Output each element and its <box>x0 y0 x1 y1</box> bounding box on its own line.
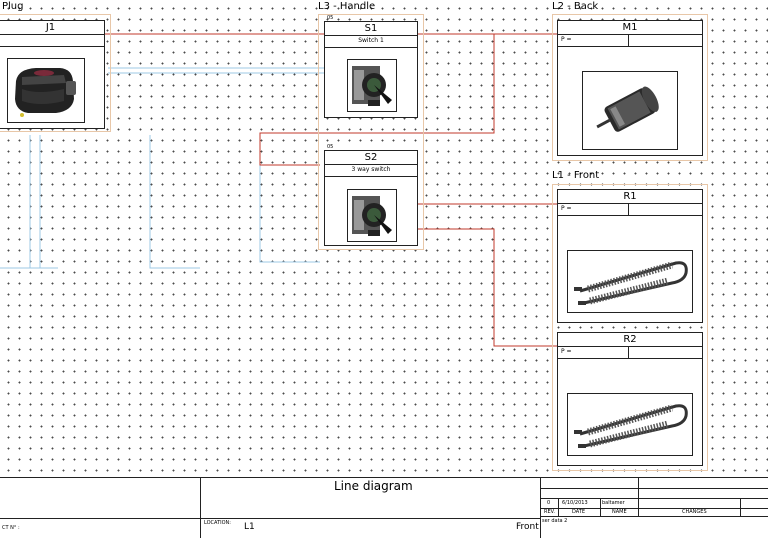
component-r1[interactable]: R1 P = <box>557 189 703 323</box>
column-date: DATE <box>572 509 586 515</box>
column-rev: REV. <box>544 509 555 515</box>
power-label-r2: P = <box>561 348 572 355</box>
power-label-m1: P = <box>561 36 572 43</box>
revision-author: baltamer <box>602 500 625 506</box>
component-j1[interactable]: J1 <box>0 20 105 129</box>
column-name: NAME <box>612 509 627 515</box>
power-label-r1: P = <box>561 205 572 212</box>
component-ref-s2: S2 <box>325 151 417 165</box>
schematic-canvas[interactable]: Plug L3 - Handle L2 - Back L1 - Front J1… <box>0 0 768 538</box>
wire-s2-r2 <box>416 228 560 347</box>
component-power-r2: P = <box>558 346 702 359</box>
location-field-label: LOCATION: <box>204 520 231 526</box>
project-label: CT N° : <box>2 525 20 531</box>
three-way-key-switch-icon <box>347 189 397 242</box>
component-desc-s2: 3 way switch <box>325 164 417 177</box>
revision-value: 0 <box>547 500 551 506</box>
component-ref-s1: S1 <box>325 22 417 36</box>
location-field-value: L1 <box>244 522 255 532</box>
component-s1[interactable]: S1 Switch 1 <box>324 21 418 118</box>
power-plug-icon <box>7 58 85 123</box>
component-desc-j1 <box>0 34 104 47</box>
title-block: Line diagram CT N° : LOCATION: L1 Front … <box>0 477 768 538</box>
plug-wire-7 <box>149 135 200 269</box>
component-r2[interactable]: R2 P = <box>557 332 703 466</box>
component-ref-m1: M1 <box>558 21 702 35</box>
location-field-name: Front <box>516 522 539 532</box>
location-label-front: L1 - Front <box>552 170 600 181</box>
column-changes: CHANGES <box>682 509 707 515</box>
heating-element-icon <box>567 393 693 456</box>
component-power-r1: P = <box>558 203 702 216</box>
component-m1[interactable]: M1 P = <box>557 20 703 156</box>
component-ref-r2: R2 <box>558 333 702 347</box>
component-ref-j1: J1 <box>0 21 104 35</box>
location-label-plug: Plug <box>2 1 24 12</box>
component-ref-r1: R1 <box>558 190 702 204</box>
key-switch-icon <box>347 59 397 112</box>
dc-motor-icon <box>582 71 678 150</box>
component-power-m1: P = <box>558 34 702 47</box>
component-s2[interactable]: S2 3 way switch <box>324 150 418 246</box>
location-label-handle: L3 - Handle <box>318 1 376 12</box>
component-desc-s1: Switch 1 <box>325 35 417 48</box>
location-label-back: L2 - Back <box>552 1 599 12</box>
sheet-note: ser data 2 <box>542 518 568 524</box>
heating-element-icon <box>567 250 693 313</box>
drawing-title: Line diagram <box>334 479 413 493</box>
plug-wire-6 <box>259 165 320 263</box>
revision-date: 6/10/2013 <box>562 500 588 506</box>
